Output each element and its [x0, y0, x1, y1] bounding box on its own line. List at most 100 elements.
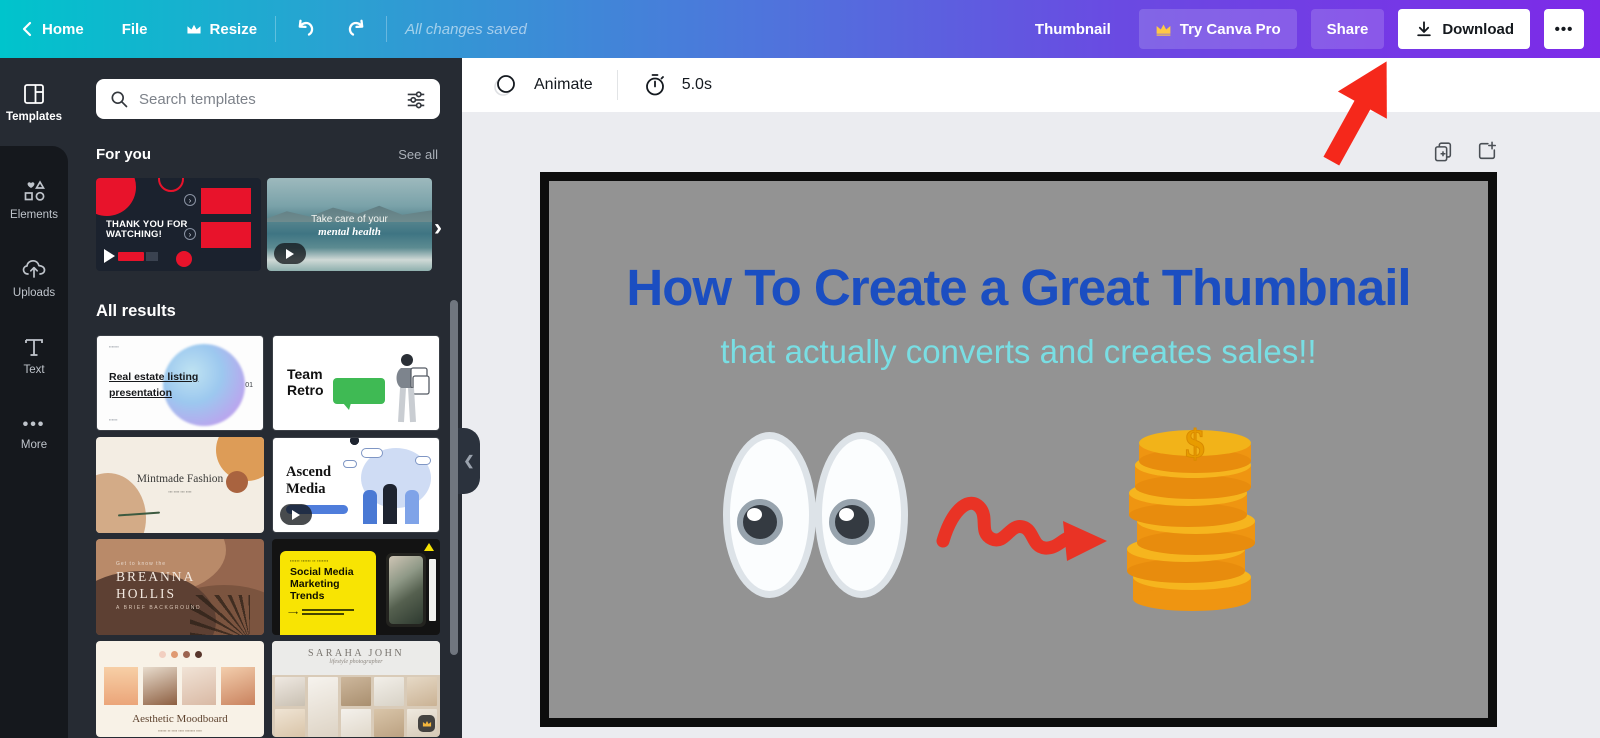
template-thumb-moodboard[interactable]: Aesthetic Moodboard ▪▪▪▪▪▪ ▪▪ ▪▪▪▪ ▪▪▪▪ … [96, 641, 264, 737]
search-box[interactable] [96, 79, 440, 119]
sidebar-item-elements[interactable]: Elements [0, 160, 68, 238]
redo-button[interactable] [344, 17, 368, 41]
all-results-title: All results [96, 302, 176, 320]
squiggle-arrow-graphic[interactable] [935, 477, 1113, 569]
decor-ring [158, 178, 184, 192]
annotation-arrow [1323, 61, 1387, 166]
for-you-header: For you See all [96, 146, 438, 163]
redo-icon [344, 17, 368, 41]
undo-button[interactable] [294, 17, 318, 41]
template-thumb-mental-health[interactable]: Take care of your mental health [267, 178, 432, 271]
resize-button[interactable]: Resize [186, 21, 257, 38]
topbar-divider [275, 16, 277, 42]
try-pro-label: Try Canva Pro [1179, 20, 1281, 38]
sidebar-item-templates[interactable]: Templates [0, 58, 68, 146]
see-all-link[interactable]: See all [398, 147, 438, 162]
side-strip [429, 559, 436, 621]
phone-graphic [386, 553, 426, 627]
eyes-emoji-left[interactable] [723, 432, 816, 598]
eyes-emoji-right[interactable] [815, 432, 908, 598]
palm-leaf-graphic [190, 595, 250, 635]
page-number: 01 [245, 382, 253, 389]
duplicate-page-icon[interactable] [1432, 140, 1454, 162]
file-label: File [121, 20, 148, 38]
toolbar-divider [616, 70, 618, 100]
template-title: Ascend Media [286, 464, 332, 498]
sidebar-label-uploads: Uploads [12, 286, 56, 299]
search-icon [109, 89, 129, 109]
template-thumb-saraha-john[interactable]: SARAHA JOHN lifestyle photographer [272, 641, 440, 737]
speech-bubble [333, 378, 385, 410]
svg-text:$: $ [1185, 425, 1205, 466]
template-title: Real estate listing presentation [109, 371, 199, 399]
home-button[interactable]: Home [20, 21, 84, 38]
for-you-title: For you [96, 146, 151, 163]
filter-icon[interactable] [405, 88, 427, 110]
chevron-left-icon [20, 21, 34, 37]
decor-circle [96, 178, 136, 216]
save-status: All changes saved [405, 20, 527, 38]
coin-stack-graphic[interactable]: $ [1125, 425, 1265, 613]
all-results-header: All results [96, 302, 438, 321]
decor-dot [176, 251, 192, 267]
design-page[interactable]: How To Create a Great Thumbnail that act… [540, 172, 1497, 727]
template-title: THANK YOU FOR WATCHING! [106, 219, 188, 241]
template-thumb-team-retro[interactable]: Team Retro [272, 335, 440, 431]
template-thumb-breanna[interactable]: Get to know the BREANNA HOLLIS A BRIEF B… [96, 539, 264, 635]
header-band: SARAHA JOHN lifestyle photographer [272, 641, 440, 675]
share-label: Share [1326, 20, 1369, 38]
decor-rect [201, 222, 251, 248]
panel-scrollbar[interactable] [450, 300, 458, 655]
try-canva-pro-button[interactable]: Try Canva Pro [1138, 9, 1297, 49]
search-input[interactable] [139, 90, 395, 108]
design-subtitle-text[interactable]: that actually converts and creates sales… [549, 333, 1488, 371]
photo-grid [272, 677, 440, 737]
add-page-icon[interactable] [1476, 140, 1498, 162]
template-title: Team Retro [287, 366, 324, 399]
sidebar-item-uploads[interactable]: Uploads [0, 238, 68, 316]
text-icon [22, 335, 46, 359]
template-thumb-social-media[interactable]: ▪▪▪▪▪▪ ▪▪▪▪▪▪ ▪▪ ▪▪▪▪▪▪▪ Social Media Ma… [272, 539, 440, 635]
template-title: SARAHA JOHN [307, 648, 405, 659]
play-icon [104, 249, 115, 263]
panel-collapse-tab[interactable]: ❮ [458, 428, 480, 494]
template-kicker: ▪▪▪▪▪▪ ▪▪▪▪▪▪ ▪▪ ▪▪▪▪▪▪▪ [290, 559, 329, 563]
micro-text: ▪▪▪▪▪▪ [109, 417, 118, 422]
duration-button[interactable]: 5.0s [682, 76, 712, 94]
home-label: Home [42, 20, 84, 38]
download-icon [1414, 19, 1434, 39]
play-button [280, 504, 312, 525]
decor-arrow-dot: › [184, 194, 196, 206]
template-title: Social Media Marketing Trends [290, 566, 354, 602]
document-title[interactable]: Thumbnail [1035, 21, 1111, 38]
sidebar-label-templates: Templates [5, 110, 63, 123]
template-kicker: Get to know the [116, 561, 167, 567]
design-title-text[interactable]: How To Create a Great Thumbnail [549, 258, 1488, 317]
animate-button[interactable]: Animate [534, 76, 593, 94]
context-toolbar: Animate 5.0s [462, 58, 1600, 112]
template-thumb-mintmade[interactable]: Mintmade Fashion ▪▪▪ ▪▪▪▪ ▪▪▪ ▪▪▪▪ [96, 437, 264, 533]
template-subtitle: A BRIEF BACKGROUND [116, 605, 202, 611]
people-illustration [343, 438, 433, 528]
template-title: Mintmade Fashion [136, 473, 224, 485]
micro-text: ▪▪▪▪▪▪▪ [109, 344, 119, 349]
template-title: BREANNA HOLLIS [116, 569, 196, 601]
topbar-divider [386, 16, 388, 42]
file-menu[interactable]: File [122, 21, 148, 38]
template-title: Aesthetic Moodboard [132, 713, 228, 725]
template-subtitle: lifestyle photographer [329, 659, 383, 665]
sidebar-label-elements: Elements [10, 208, 58, 221]
download-button[interactable]: Download [1398, 9, 1530, 49]
sidebar-item-text[interactable]: Text [0, 316, 68, 394]
template-thumb-real-estate[interactable]: ▪▪▪▪▪▪▪ Real estate listing presentation… [96, 335, 264, 431]
template-thumb-thank-you[interactable]: › › THANK YOU FOR WATCHING! [96, 178, 261, 271]
share-button[interactable]: Share [1310, 9, 1385, 49]
canva-editor: Home File Resize All changes saved Thumb… [0, 0, 1600, 738]
carousel-next-chevron[interactable]: › [434, 214, 442, 242]
logo-triangle [424, 543, 434, 551]
caption-lines [302, 609, 354, 617]
uploads-icon [21, 256, 47, 282]
template-thumb-ascend-media[interactable]: Ascend Media [272, 437, 440, 533]
sidebar-item-more[interactable]: ••• More [0, 394, 68, 472]
more-options-button[interactable]: ••• [1544, 9, 1584, 49]
